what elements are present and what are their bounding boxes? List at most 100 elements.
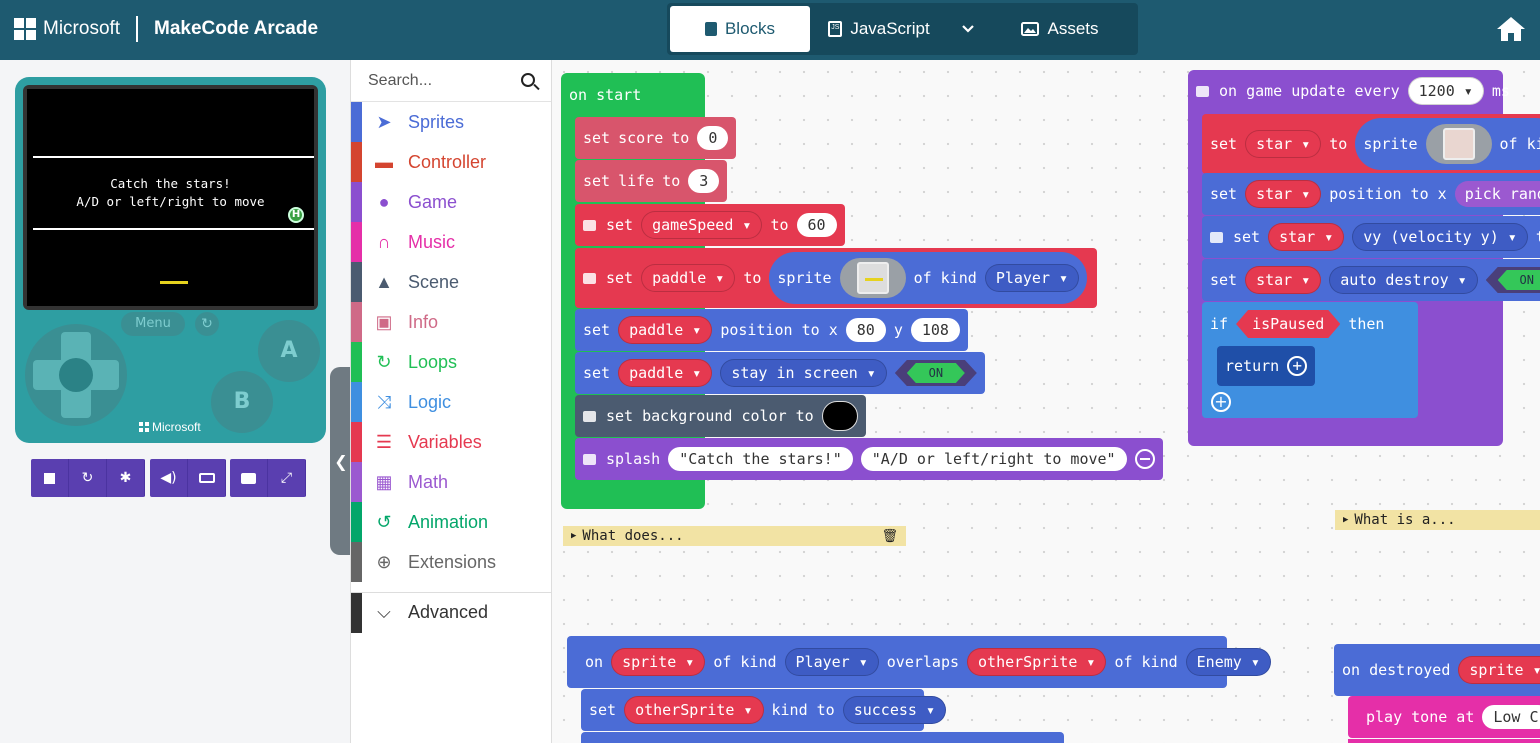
set-star-vy-block[interactable]: set star vy (velocity y) to: [1202, 216, 1540, 258]
category-variables[interactable]: ☰ Variables: [351, 422, 551, 462]
star-var-dropdown[interactable]: star: [1245, 130, 1322, 158]
gamespeed-var-dropdown[interactable]: gameSpeed: [641, 211, 763, 239]
category-scene[interactable]: ▲ Scene: [351, 262, 551, 302]
microsoft-logo[interactable]: Microsoft: [14, 18, 120, 40]
y-value-input[interactable]: 108: [910, 318, 960, 342]
comment-icon[interactable]: [1196, 85, 1209, 97]
set-star-position-block[interactable]: set star position to x pick rando: [1202, 173, 1540, 215]
set-other-kind-block[interactable]: set otherSprite kind to success: [581, 689, 946, 731]
life-value-input[interactable]: 3: [688, 169, 720, 193]
restart-icon[interactable]: ↻: [69, 459, 107, 497]
new-kind-dropdown[interactable]: success: [842, 696, 946, 724]
play-tone-block[interactable]: play tone at Low C: [1348, 696, 1540, 738]
kind-dropdown[interactable]: Player: [984, 264, 1080, 292]
category-controller[interactable]: ▬ Controller: [351, 142, 551, 182]
add-else-icon[interactable]: +: [1211, 392, 1231, 412]
star-var-dropdown[interactable]: star: [1268, 223, 1345, 251]
set-star-sprite-block[interactable]: set star to sprite of kin: [1202, 114, 1540, 174]
dpad[interactable]: [25, 324, 127, 426]
menu-button[interactable]: Menu: [121, 312, 185, 336]
paddle-var-dropdown[interactable]: paddle: [618, 316, 713, 344]
color-swatch-black[interactable]: [821, 401, 858, 431]
sprite-create-block[interactable]: sprite of kin: [1355, 118, 1540, 170]
star-var-dropdown[interactable]: star: [1245, 266, 1322, 294]
keyboard-icon[interactable]: [188, 459, 226, 497]
app-title[interactable]: MakeCode Arcade: [154, 18, 318, 40]
set-bg-color-block[interactable]: set background color to: [575, 395, 866, 437]
sound-icon[interactable]: ◀): [150, 459, 188, 497]
toolbox-search[interactable]: Search...: [351, 60, 551, 102]
comment-note-1[interactable]: ▶ What does... 🗑: [563, 526, 906, 546]
score-value-input[interactable]: 0: [697, 126, 729, 150]
blocks-workspace[interactable]: on start set score to 0 set life to 3 se…: [552, 60, 1540, 743]
category-loops[interactable]: ↻ Loops: [351, 342, 551, 382]
tab-javascript[interactable]: JS JavaScript: [810, 6, 948, 52]
console-reset-icon[interactable]: ↻: [195, 312, 219, 336]
sprite-param[interactable]: sprite: [611, 648, 706, 676]
return-block[interactable]: return +: [1217, 346, 1316, 386]
category-music[interactable]: ∩ Music: [351, 222, 551, 262]
category-info[interactable]: ▣ Info: [351, 302, 551, 342]
stay-in-screen-toggle[interactable]: ON: [895, 360, 977, 386]
comment-icon[interactable]: [583, 453, 596, 465]
on-overlap-block[interactable]: on sprite of kind Player overlaps otherS…: [567, 636, 1271, 688]
x-value-input[interactable]: 80: [845, 318, 886, 342]
search-input[interactable]: Search...: [368, 72, 432, 90]
velocity-prop-dropdown[interactable]: vy (velocity y): [1352, 223, 1528, 251]
sprite-create-block[interactable]: sprite of kind Player: [769, 252, 1088, 304]
set-star-auto-destroy-block[interactable]: set star auto destroy ON: [1202, 259, 1540, 301]
kind1-dropdown[interactable]: Player: [784, 648, 879, 676]
comment-note-2[interactable]: ▶ What is a...: [1335, 510, 1540, 530]
category-logic[interactable]: ⤨ Logic: [351, 382, 551, 422]
sprite-param[interactable]: sprite: [1458, 656, 1540, 684]
flag-dropdown[interactable]: auto destroy: [1329, 266, 1478, 294]
stop-icon[interactable]: [31, 459, 69, 497]
category-animation[interactable]: ↺ Animation: [351, 502, 551, 542]
set-gamespeed-block[interactable]: set gameSpeed to 60: [575, 204, 845, 246]
category-math[interactable]: ▦ Math: [351, 462, 551, 502]
comment-icon[interactable]: [583, 219, 596, 231]
language-dropdown[interactable]: [948, 6, 988, 52]
category-extensions[interactable]: ⊕ Extensions: [351, 542, 551, 582]
comment-icon[interactable]: [1210, 231, 1223, 243]
note-input[interactable]: Low C: [1482, 705, 1540, 729]
star-var-dropdown[interactable]: star: [1245, 180, 1322, 208]
screenshot-icon[interactable]: [230, 459, 268, 497]
set-paddle-sprite-block[interactable]: set paddle to sprite of kind Player: [575, 248, 1098, 308]
plus-circle-icon[interactable]: +: [1287, 356, 1308, 376]
set-paddle-stay-block[interactable]: set paddle stay in screen ON: [575, 352, 985, 394]
paddle-image-thumbnail[interactable]: [839, 258, 906, 298]
fullscreen-icon[interactable]: ⤢: [268, 459, 306, 497]
a-button[interactable]: A: [258, 320, 320, 382]
set-life-block[interactable]: set life to 3: [575, 160, 728, 202]
debug-bug-icon[interactable]: ✱: [107, 459, 145, 497]
comment-icon[interactable]: [583, 410, 596, 422]
collapse-simulator-button[interactable]: ❮: [330, 367, 352, 555]
is-paused-var-dropdown[interactable]: isPaused: [1236, 310, 1340, 338]
other-sprite-param[interactable]: otherSprite: [967, 648, 1107, 676]
category-sprites[interactable]: ➤ Sprites: [351, 102, 551, 142]
kind2-dropdown[interactable]: Enemy: [1185, 648, 1271, 676]
interval-dropdown[interactable]: 1200: [1407, 77, 1484, 105]
on-destroyed-block[interactable]: on destroyed sprite o: [1334, 644, 1540, 696]
splash-block[interactable]: splash "Catch the stars!" "A/D or left/r…: [575, 438, 1163, 480]
next-block-partial[interactable]: [581, 732, 1064, 743]
tab-assets[interactable]: Assets: [988, 6, 1132, 52]
set-score-block[interactable]: set score to 0: [575, 117, 737, 159]
gamespeed-value-input[interactable]: 60: [796, 213, 837, 237]
trash-icon[interactable]: 🗑: [881, 529, 898, 544]
minus-circle-icon[interactable]: [1134, 449, 1155, 469]
game-screen[interactable]: Catch the stars! A/D or left/right to mo…: [27, 89, 314, 306]
b-button[interactable]: B: [211, 371, 273, 433]
paddle-var-dropdown[interactable]: paddle: [641, 264, 736, 292]
splash-title-input[interactable]: "Catch the stars!": [668, 447, 853, 471]
splash-subtitle-input[interactable]: "A/D or left/right to move": [860, 447, 1127, 471]
paddle-var-dropdown[interactable]: paddle: [618, 359, 713, 387]
search-icon[interactable]: [521, 73, 535, 87]
advanced-toggle[interactable]: ⌵ Advanced: [351, 592, 551, 633]
comment-icon[interactable]: [583, 272, 596, 284]
star-image-thumbnail[interactable]: [1425, 124, 1492, 164]
flag-dropdown[interactable]: stay in screen: [720, 359, 887, 387]
home-icon[interactable]: [1496, 16, 1526, 42]
tab-blocks[interactable]: Blocks: [670, 6, 810, 52]
